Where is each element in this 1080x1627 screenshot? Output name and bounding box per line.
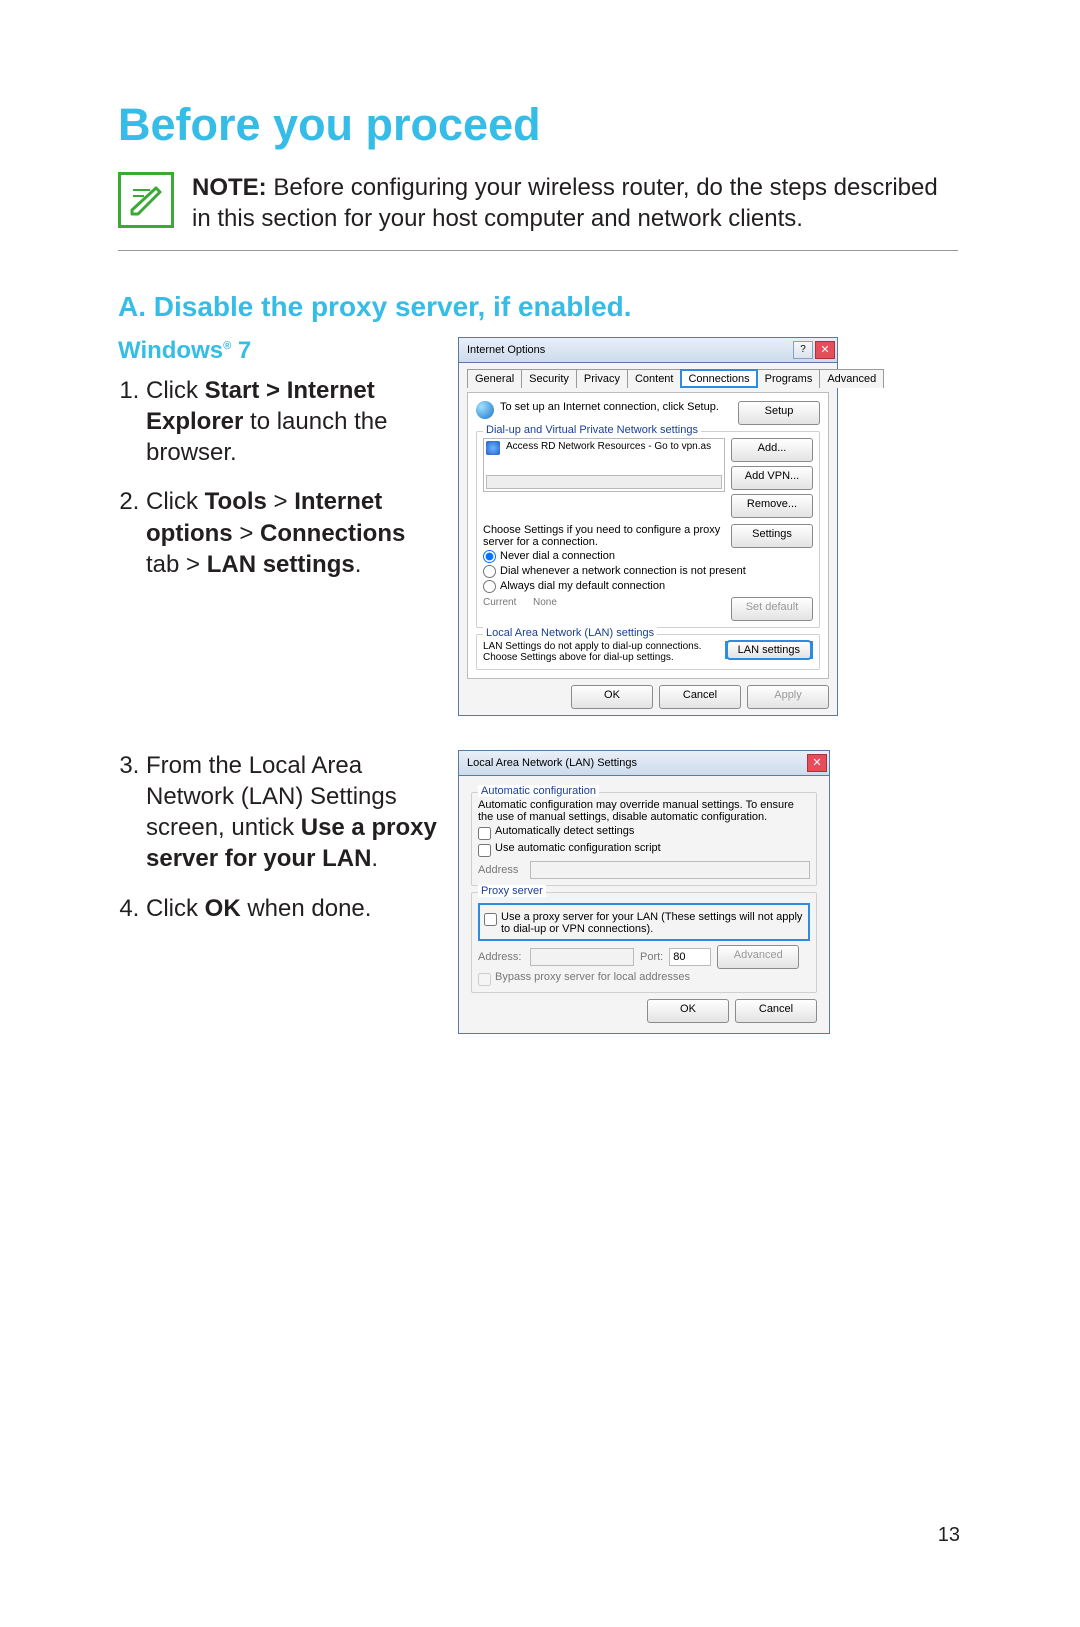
address-input[interactable] <box>530 861 810 879</box>
note-block: NOTE: Before configuring your wireless r… <box>118 172 958 251</box>
scrollbar[interactable] <box>486 475 722 489</box>
add-button[interactable]: Add... <box>731 438 813 462</box>
tab-general[interactable]: General <box>467 369 522 388</box>
tab-programs[interactable]: Programs <box>757 369 821 388</box>
network-icon <box>486 441 500 455</box>
lan-hint: LAN Settings do not apply to dial-up con… <box>483 641 719 663</box>
step-2: Click Tools > Internet options > Connect… <box>146 486 438 580</box>
note-text: NOTE: Before configuring your wireless r… <box>192 172 958 234</box>
setup-button[interactable]: Setup <box>738 401 820 425</box>
steps-list-1: Click Start > Internet Explorer to launc… <box>118 375 438 580</box>
proxy-address-label: Address: <box>478 951 524 963</box>
tabs: General Security Privacy Content Connect… <box>467 369 829 388</box>
setup-intro: To set up an Internet connection, click … <box>500 401 732 413</box>
apply-button[interactable]: Apply <box>747 685 829 709</box>
os-heading: Windows® 7 <box>118 337 438 365</box>
tab-connections[interactable]: Connections <box>680 369 757 388</box>
proxy-address-input[interactable] <box>530 948 634 966</box>
port-input[interactable] <box>669 948 711 966</box>
page-title: Before you proceed <box>118 100 958 150</box>
tab-content[interactable]: Content <box>627 369 682 388</box>
dvpn-listbox[interactable]: Access RD Network Resources - Go to vpn.… <box>483 438 725 492</box>
close-button[interactable]: ✕ <box>815 341 835 359</box>
lan-group-title: Local Area Network (LAN) settings <box>483 627 657 639</box>
settings-button[interactable]: Settings <box>731 524 813 548</box>
current-label: Current <box>483 597 527 608</box>
section-a-heading: A. Disable the proxy server, if enabled. <box>118 291 958 323</box>
check-bypass[interactable]: Bypass proxy server for local addresses <box>478 971 810 986</box>
tab-advanced[interactable]: Advanced <box>819 369 884 388</box>
cancel-button[interactable]: Cancel <box>659 685 741 709</box>
ok-button[interactable]: OK <box>571 685 653 709</box>
port-label: Port: <box>640 951 663 963</box>
step-3: From the Local Area Network (LAN) Settin… <box>146 750 438 875</box>
lan-settings-dialog: Local Area Network (LAN) Settings ✕ Auto… <box>458 750 830 1034</box>
step-4: Click OK when done. <box>146 893 438 924</box>
choose-settings-text: Choose Settings if you need to configure… <box>483 524 725 548</box>
steps-list-2: From the Local Area Network (LAN) Settin… <box>118 750 438 924</box>
remove-button[interactable]: Remove... <box>731 494 813 518</box>
step-1: Click Start > Internet Explorer to launc… <box>146 375 438 469</box>
radio-dial-when-absent[interactable]: Dial whenever a network connection is no… <box>483 565 813 578</box>
radio-never-dial[interactable]: Never dial a connection <box>483 550 813 563</box>
internet-options-dialog: Internet Options ? ✕ General Security Pr… <box>458 337 838 716</box>
radio-always-dial[interactable]: Always dial my default connection <box>483 580 813 593</box>
address-label: Address <box>478 864 524 876</box>
set-default-button[interactable]: Set default <box>731 597 813 621</box>
check-auto-script[interactable]: Use automatic configuration script <box>478 842 810 857</box>
close-button[interactable]: ✕ <box>807 754 827 772</box>
tab-security[interactable]: Security <box>521 369 577 388</box>
check-use-proxy[interactable]: Use a proxy server for your LAN (These s… <box>484 911 804 935</box>
check-auto-detect[interactable]: Automatically detect settings <box>478 825 810 840</box>
proxy-group-title: Proxy server <box>478 885 546 897</box>
auto-config-hint: Automatic configuration may override man… <box>478 799 810 823</box>
auto-config-group-title: Automatic configuration <box>478 785 599 797</box>
page-number: 13 <box>938 1524 960 1547</box>
add-vpn-button[interactable]: Add VPN... <box>731 466 813 490</box>
dialog-title: Internet Options <box>467 344 545 356</box>
lan-settings-button[interactable]: LAN settings <box>727 641 811 659</box>
note-icon <box>118 172 174 228</box>
dvpn-group-title: Dial-up and Virtual Private Network sett… <box>483 424 701 436</box>
cancel-button[interactable]: Cancel <box>735 999 817 1023</box>
tab-privacy[interactable]: Privacy <box>576 369 628 388</box>
help-button[interactable]: ? <box>793 341 813 359</box>
advanced-button[interactable]: Advanced <box>717 945 799 969</box>
globe-icon <box>476 401 494 419</box>
current-value: None <box>533 597 725 608</box>
ok-button[interactable]: OK <box>647 999 729 1023</box>
dialog-title: Local Area Network (LAN) Settings <box>467 757 637 769</box>
